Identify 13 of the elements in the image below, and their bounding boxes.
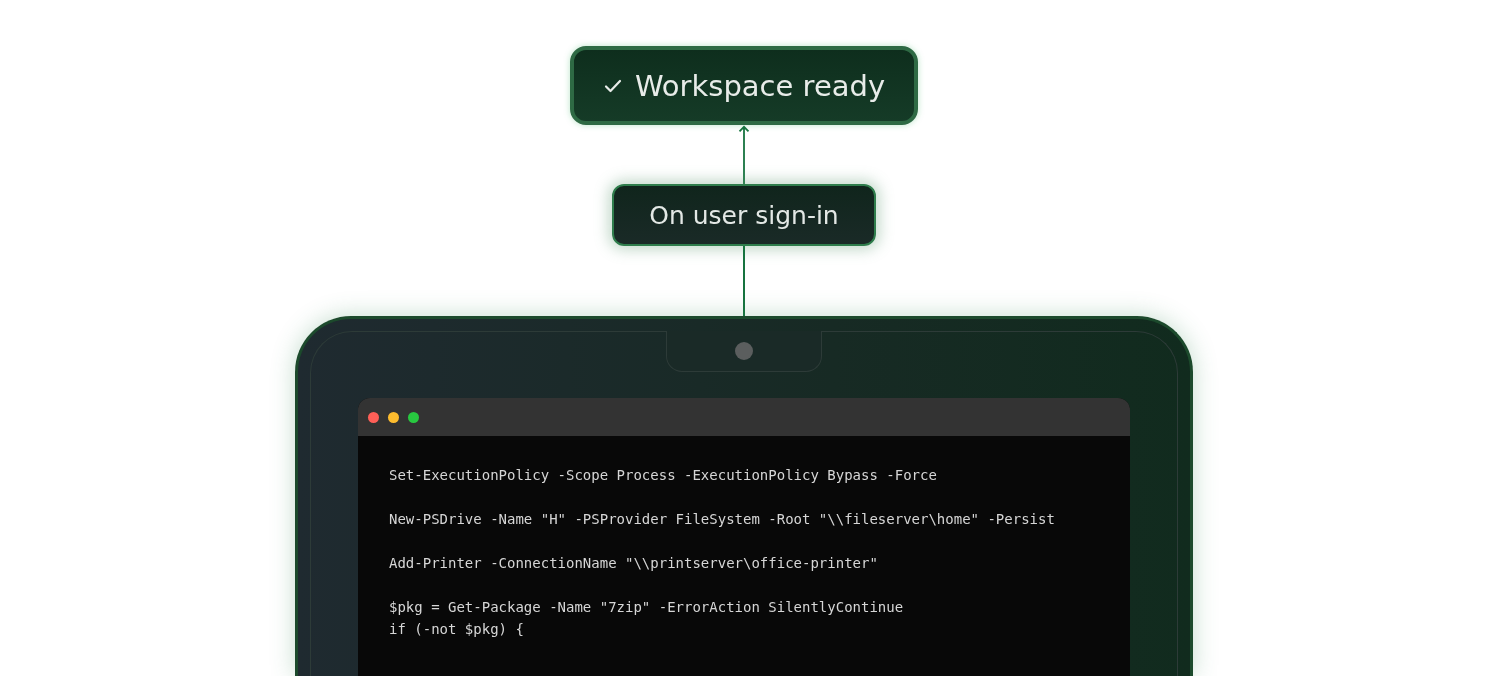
camera-icon <box>735 342 753 360</box>
trigger-text: On user sign-in <box>649 200 839 230</box>
code-line: Set-ExecutionPolicy -Scope Process -ExecutionPolicy Bypass -Force <box>389 466 937 485</box>
code-line: Add-Printer -ConnectionName "\\printserver\office-printer" <box>389 554 878 573</box>
window-control-dot[interactable] <box>388 411 399 423</box>
arrow-connector <box>737 125 751 185</box>
window-control-dot[interactable] <box>408 411 419 423</box>
code-line: New-PSDrive -Name "H" -PSProvider FileSystem -Root "\\fileserver\home" -Persist <box>389 510 1055 529</box>
window-control-dot[interactable] <box>368 411 379 423</box>
status-text: Workspace ready <box>634 68 886 103</box>
code-line: if (-not $pkg) { <box>389 620 524 639</box>
code-line: $pkg = Get-Package -Name "7zip" -ErrorAction SilentlyContinue <box>389 598 904 617</box>
connector-line <box>743 245 745 316</box>
